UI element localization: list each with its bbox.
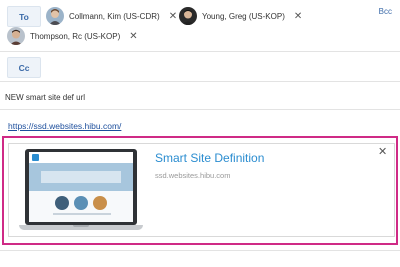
subject-field[interactable]: NEW smart site def url — [5, 93, 85, 102]
laptop-screen — [29, 152, 133, 222]
thumbnail-feature-icon — [74, 196, 88, 210]
remove-recipient-icon[interactable]: ✕ — [294, 11, 302, 22]
remove-recipient-icon[interactable]: ✕ — [129, 31, 137, 42]
recipient-chip[interactable]: Collmann, Kim (US-CDR) ✕ — [46, 5, 177, 27]
thumbnail-text-line — [53, 213, 111, 215]
divider — [0, 51, 400, 52]
body-link[interactable]: https://ssd.websites.hibu.com/ — [8, 121, 121, 131]
recipient-name: Young, Greg (US-KOP) — [202, 11, 285, 21]
preview-title[interactable]: Smart Site Definition — [155, 151, 264, 165]
thumbnail-logo-icon — [32, 154, 39, 161]
cc-button[interactable]: Cc — [7, 57, 41, 78]
divider — [0, 81, 400, 82]
avatar — [46, 7, 64, 25]
recipient-chip[interactable]: Young, Greg (US-KOP) ✕ — [179, 5, 302, 27]
avatar — [179, 7, 197, 25]
laptop-notch — [73, 225, 89, 227]
to-button[interactable]: To — [7, 6, 41, 27]
cc-label: Cc — [18, 62, 30, 73]
avatar — [7, 27, 25, 45]
bcc-link[interactable]: Bcc — [379, 7, 392, 16]
close-icon[interactable]: ✕ — [378, 145, 387, 158]
recipient-name: Collmann, Kim (US-CDR) — [69, 11, 160, 21]
thumbnail-hero-band — [41, 171, 121, 183]
to-label: To — [19, 11, 29, 22]
preview-thumbnail[interactable] — [19, 149, 143, 233]
remove-recipient-icon[interactable]: ✕ — [169, 11, 177, 22]
recipient-chip[interactable]: Thompson, Rc (US-KOP) ✕ — [7, 25, 138, 47]
divider — [0, 250, 400, 251]
preview-domain: ssd.websites.hibu.com — [155, 171, 231, 180]
divider — [0, 109, 400, 110]
thumbnail-feature-icon — [93, 196, 107, 210]
recipient-name: Thompson, Rc (US-KOP) — [30, 31, 121, 41]
thumbnail-feature-icon — [55, 196, 69, 210]
thumbnail-hero-image — [29, 163, 133, 191]
